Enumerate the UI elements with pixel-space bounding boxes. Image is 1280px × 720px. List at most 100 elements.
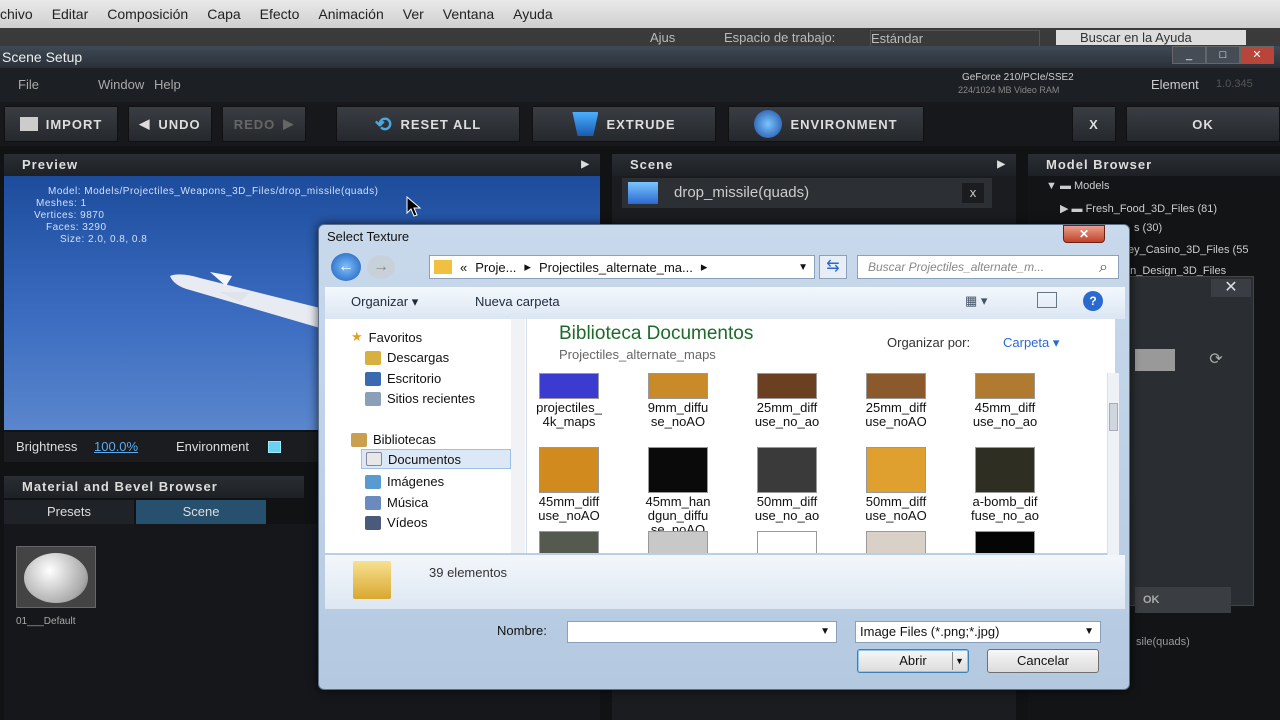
- panel-menu-icon[interactable]: ▶: [581, 154, 590, 176]
- file-item[interactable]: 50mm_diff use_noAO: [846, 447, 946, 523]
- chevron-down-icon[interactable]: ▼: [820, 622, 830, 642]
- file-item[interactable]: 45mm_diff use_noAO: [527, 447, 619, 523]
- nav-favorites[interactable]: ★ Favoritos: [351, 329, 422, 345]
- menu-animation[interactable]: Animación: [318, 6, 383, 22]
- tab-scene[interactable]: Scene: [136, 500, 266, 524]
- organize-label: Organizar: [351, 294, 409, 309]
- mb-item-models[interactable]: ▼ ▬ Models: [1046, 180, 1109, 192]
- file-name: 45mm_diff use_noAO: [538, 494, 600, 523]
- mb-item-fresh-food[interactable]: ▶ ▬ Fresh_Food_3D_Files (81): [1060, 202, 1217, 215]
- import-button[interactable]: IMPORT: [4, 106, 118, 142]
- forward-arrow-icon[interactable]: →: [367, 255, 395, 279]
- menu-edit[interactable]: Editar: [52, 6, 89, 22]
- view-options-icon[interactable]: ▦ ▾: [965, 293, 987, 309]
- environment-checkbox[interactable]: [268, 441, 281, 453]
- menu-help[interactable]: Ayuda: [513, 6, 552, 22]
- file-item[interactable]: [955, 531, 1055, 553]
- file-item[interactable]: 25mm_diff use_noAO: [846, 373, 946, 429]
- nav-videos[interactable]: Vídeos: [365, 515, 427, 530]
- nav-desktop[interactable]: Escritorio: [365, 371, 441, 386]
- reset-all-button[interactable]: ⟲ RESET ALL: [336, 106, 520, 142]
- open-button[interactable]: Abrir ▼: [857, 649, 969, 673]
- scene-item-close[interactable]: x: [962, 183, 984, 203]
- scene-setup-toolbar: IMPORT ◀ UNDO REDO ▶ ⟲ RESET ALL EXTRUDE EN…: [0, 102, 1280, 146]
- menu-file[interactable]: chivo: [0, 6, 33, 22]
- breadcrumb-overflow[interactable]: «: [460, 260, 467, 275]
- minimize-button[interactable]: _: [1172, 46, 1206, 64]
- chevron-down-icon[interactable]: ▼: [798, 262, 808, 273]
- file-item[interactable]: 9mm_diffu se_noAO: [628, 373, 728, 429]
- workspace-select[interactable]: Estándar: [870, 30, 1040, 47]
- scroll-thumb[interactable]: [1109, 403, 1118, 431]
- file-name: projectiles_ 4k_maps: [536, 400, 602, 429]
- menu-effect[interactable]: Efecto: [260, 6, 300, 22]
- file-item[interactable]: [737, 531, 837, 553]
- bg-swatch[interactable]: [1135, 349, 1175, 371]
- nav-downloads[interactable]: Descargas: [365, 350, 449, 365]
- material-thumbnail[interactable]: [16, 546, 96, 608]
- help-icon[interactable]: ?: [1083, 291, 1103, 311]
- nav-scrollbar[interactable]: [511, 319, 525, 553]
- ss-menu-window[interactable]: Window: [98, 77, 144, 92]
- file-name: a-bomb_dif fuse_no_ao: [971, 494, 1039, 523]
- ss-menu-help[interactable]: Help: [154, 77, 181, 92]
- background-dialog: ✕ ⟳ OK: [1124, 276, 1254, 613]
- nav-images[interactable]: Imágenes: [365, 474, 444, 489]
- filename-input[interactable]: ▼: [567, 621, 837, 643]
- back-arrow-icon[interactable]: ←: [331, 253, 361, 281]
- cancel-button[interactable]: Cancelar: [987, 649, 1099, 673]
- filetype-select[interactable]: Image Files (*.png;*.jpg) ▼: [855, 621, 1101, 643]
- organize-button[interactable]: Organizar ▾: [351, 294, 418, 310]
- file-item[interactable]: a-bomb_dif fuse_no_ao: [955, 447, 1055, 523]
- file-item[interactable]: projectiles_ 4k_maps: [527, 373, 619, 429]
- menu-window[interactable]: Ventana: [443, 6, 494, 22]
- menu-layer[interactable]: Capa: [207, 6, 240, 22]
- file-item[interactable]: 45mm_diff use_no_ao: [955, 373, 1055, 429]
- search-input[interactable]: Buscar Projectiles_alternate_m...: [857, 255, 1119, 279]
- file-name: 45mm_diff use_no_ao: [972, 400, 1038, 429]
- file-scrollbar[interactable]: [1107, 373, 1119, 559]
- file-item[interactable]: 50mm_diff use_no_ao: [737, 447, 837, 523]
- close-button[interactable]: X: [1072, 106, 1116, 142]
- dialog-close-button[interactable]: ✕: [1063, 225, 1105, 243]
- ss-menu-file[interactable]: File: [18, 77, 39, 92]
- file-item[interactable]: 25mm_diff use_no_ao: [737, 373, 837, 429]
- nav-documents[interactable]: Documentos: [361, 449, 511, 469]
- chevron-down-icon[interactable]: ▼: [952, 652, 966, 670]
- extrude-button[interactable]: EXTRUDE: [532, 106, 716, 142]
- preview-pane-icon[interactable]: [1037, 292, 1057, 308]
- mb-item-2[interactable]: s (30): [1134, 222, 1162, 234]
- file-item[interactable]: 45mm_han dgun_diffu se_noAO: [628, 447, 728, 537]
- tab-presets[interactable]: Presets: [4, 500, 134, 524]
- nav-libraries[interactable]: Bibliotecas: [351, 432, 436, 447]
- bg-close-icon[interactable]: ✕: [1211, 279, 1251, 297]
- breadcrumb-item[interactable]: Proje...: [475, 260, 516, 275]
- new-folder-button[interactable]: Nueva carpeta: [475, 294, 560, 309]
- bg-ok-button[interactable]: OK: [1135, 587, 1231, 613]
- window-close-button[interactable]: ✕: [1240, 46, 1274, 64]
- arrange-select[interactable]: Carpeta ▾: [1003, 335, 1059, 351]
- breadcrumb-item[interactable]: Projectiles_alternate_ma...: [539, 260, 693, 275]
- scene-item-row[interactable]: drop_missile(quads) x: [622, 178, 992, 208]
- refresh-icon[interactable]: ⇆: [819, 255, 847, 279]
- undo-button[interactable]: ◀ UNDO: [128, 106, 212, 142]
- environment-button[interactable]: ENVIRONMENT: [728, 106, 924, 142]
- music-icon: [365, 495, 381, 510]
- refresh-icon[interactable]: ⟳: [1201, 349, 1231, 371]
- file-item[interactable]: [628, 531, 728, 553]
- brightness-value[interactable]: 100.0%: [94, 439, 138, 454]
- scene-menu-icon[interactable]: ▶: [997, 154, 1006, 176]
- file-item[interactable]: [527, 531, 619, 553]
- nav-music[interactable]: Música: [365, 495, 428, 510]
- nav-recent[interactable]: Sitios recientes: [365, 391, 475, 406]
- mb-item-casino[interactable]: ey_Casino_3D_Files (55: [1128, 244, 1248, 256]
- menu-composition[interactable]: Composición: [107, 6, 188, 22]
- file-item[interactable]: [846, 531, 946, 553]
- help-search-input[interactable]: Buscar en la Ayuda: [1056, 30, 1246, 45]
- nav-label: Escritorio: [387, 371, 442, 386]
- menu-view[interactable]: Ver: [403, 6, 424, 22]
- redo-button[interactable]: REDO ▶: [222, 106, 306, 142]
- address-bar[interactable]: « Proje... ▸ Projectiles_alternate_ma...…: [429, 255, 815, 279]
- ok-button[interactable]: OK: [1126, 106, 1280, 142]
- maximize-button[interactable]: □: [1206, 46, 1240, 64]
